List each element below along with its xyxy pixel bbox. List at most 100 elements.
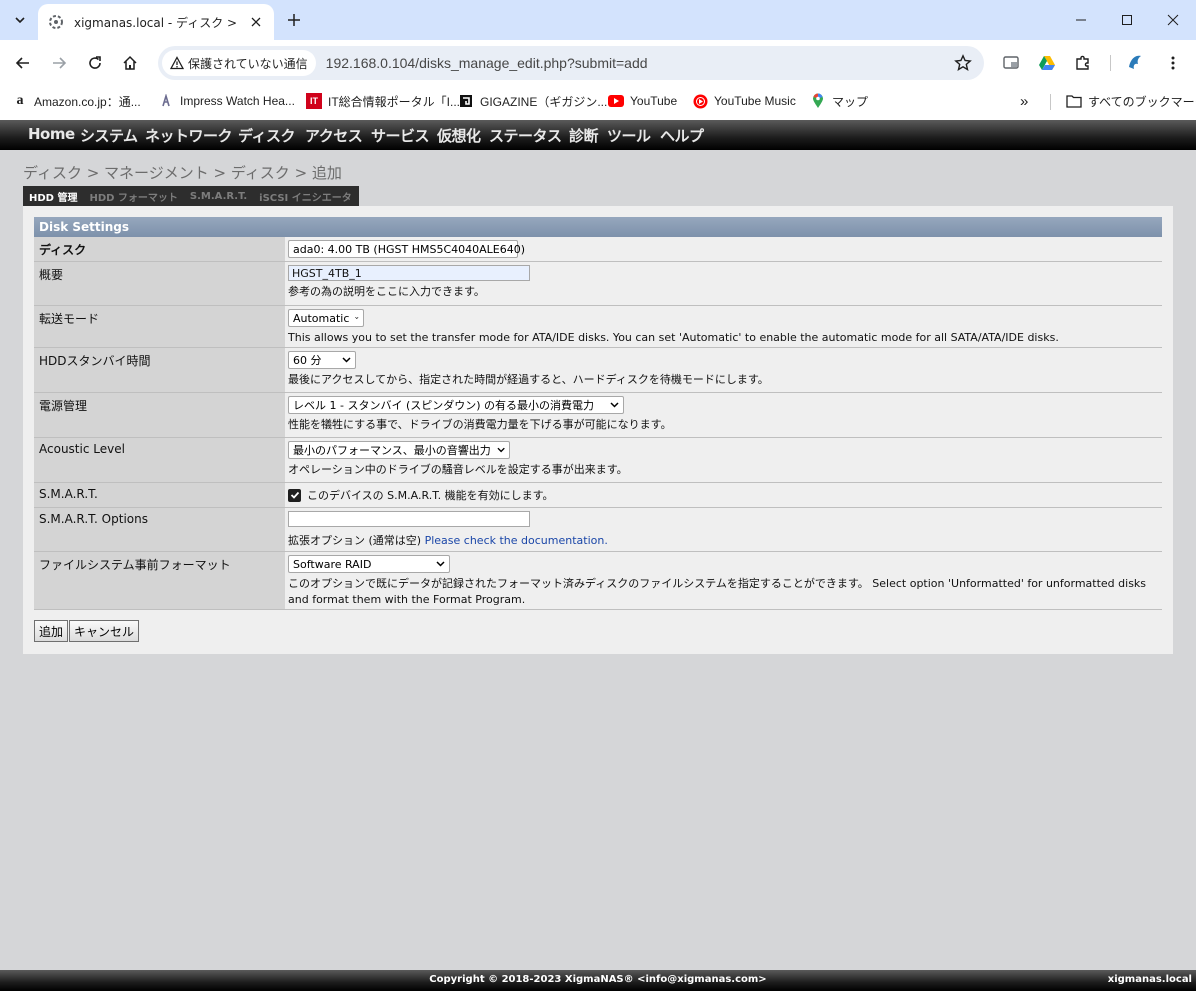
- new-tab-button[interactable]: [282, 8, 306, 32]
- chevron-down-icon: [342, 357, 351, 363]
- standby-help: 最後にアクセスしてから、指定された時間が経過すると、ハードディスクを待機モードに…: [288, 373, 769, 386]
- row-standby: HDDスタンバイ時間 60 分 最後にアクセスしてから、指定された時間が経過する…: [34, 348, 1162, 393]
- description-help: 参考の為の説明をここに入力できます。: [288, 285, 485, 298]
- youtube-music-icon: [692, 93, 708, 109]
- bookmark-label: Impress Watch Hea...: [180, 94, 295, 108]
- smart-options-help: 拡張オプション (通常は空): [288, 534, 422, 547]
- bookmark-maps[interactable]: マップ: [810, 92, 868, 110]
- reload-button[interactable]: [82, 50, 108, 76]
- add-button[interactable]: 追加: [34, 620, 69, 642]
- preformat-select[interactable]: Software RAID: [288, 555, 450, 573]
- nav-network[interactable]: ネットワーク: [145, 125, 233, 146]
- nav-status[interactable]: ステータス: [489, 125, 562, 146]
- cancel-button[interactable]: キャンセル: [69, 620, 140, 642]
- overflow-chevron-icon: »: [1020, 92, 1029, 110]
- row-power-management: 電源管理 レベル 1 - スタンバイ (スピンダウン) の有る最小の消費電力 性…: [34, 393, 1162, 438]
- bookmark-impress[interactable]: Impress Watch Hea...: [158, 92, 295, 110]
- nav-access[interactable]: アクセス: [305, 125, 363, 146]
- bookmark-label: GIGAZINE（ギガジン...: [480, 94, 608, 109]
- arrow-left-icon: [15, 57, 29, 69]
- power-management-select[interactable]: レベル 1 - スタンバイ (スピンダウン) の有る最小の消費電力: [288, 396, 624, 414]
- all-bookmarks-label: すべてのブックマーク: [1088, 94, 1196, 109]
- copyright-text: Copyright © 2018-2023 XigmaNAS® <info@xi…: [429, 974, 767, 985]
- url-text: 192.168.0.104/disks_manage_edit.php?subm…: [325, 55, 648, 71]
- description-input[interactable]: HGST_4TB_1: [288, 265, 530, 281]
- cast-extension-icon[interactable]: [1000, 52, 1022, 74]
- tab-iscsi-initiator[interactable]: iSCSI イニシエータ: [253, 189, 358, 204]
- all-bookmarks-button[interactable]: すべてのブックマーク: [1066, 92, 1196, 110]
- nav-services[interactable]: サービス: [371, 125, 430, 146]
- bookmarks-overflow-button[interactable]: »: [1020, 92, 1028, 110]
- acoustic-level-select[interactable]: 最小のパフォーマンス、最小の音響出力: [288, 441, 510, 459]
- chevron-down-icon: [610, 402, 619, 408]
- tab-title: xigmanas.local - ディスク > マネー: [74, 15, 242, 30]
- nav-virtualization[interactable]: 仮想化: [437, 125, 481, 146]
- bookmark-youtube-music[interactable]: YouTube Music: [692, 92, 796, 110]
- disk-label: ディスク: [34, 237, 285, 261]
- menu-kebab-icon[interactable]: [1162, 52, 1184, 74]
- close-tab-icon[interactable]: [248, 14, 264, 30]
- tab-hdd-management[interactable]: HDD 管理: [23, 189, 83, 204]
- browser-tab[interactable]: xigmanas.local - ディスク > マネー: [38, 4, 274, 40]
- tab-hdd-format[interactable]: HDD フォーマット: [83, 189, 183, 204]
- extensions-puzzle-icon[interactable]: [1072, 52, 1094, 74]
- acoustic-level-value: 最小のパフォーマンス、最小の音響出力: [293, 444, 491, 457]
- home-button[interactable]: [117, 50, 143, 76]
- bookmark-youtube[interactable]: YouTube: [608, 92, 677, 110]
- main-navigation: Home システム ネットワーク ディスク アクセス サービス 仮想化 ステータ…: [0, 120, 1196, 150]
- itmedia-icon: IT: [306, 93, 322, 109]
- bookmark-amazon[interactable]: a Amazon.co.jp：通...: [12, 92, 141, 110]
- reload-icon: [89, 56, 101, 69]
- breadcrumb: ディスク > マネージメント > ディスク > 追加: [23, 164, 342, 182]
- minimize-icon: [1076, 19, 1086, 21]
- nav-diagnostics[interactable]: 診断: [569, 125, 599, 146]
- transfer-mode-value: Automatic: [293, 311, 350, 325]
- row-acoustic-level: Acoustic Level 最小のパフォーマンス、最小の音響出力 オペレーショ…: [34, 438, 1162, 483]
- nav-disks[interactable]: ディスク: [238, 125, 295, 146]
- transfer-mode-label: 転送モード: [34, 306, 285, 347]
- row-transfer-mode: 転送モード Automatic This allows you to set t…: [34, 306, 1162, 348]
- security-chip[interactable]: 保護されていない通信: [162, 50, 316, 76]
- disk-select[interactable]: ada0: 4.00 TB (HGST HMS5C4040ALE640): [288, 240, 525, 258]
- transfer-mode-select[interactable]: Automatic: [288, 309, 364, 327]
- chevron-down-icon: [355, 316, 359, 320]
- close-window-button[interactable]: [1150, 0, 1196, 40]
- power-management-value: レベル 1 - スタンバイ (スピンダウン) の有る最小の消費電力: [293, 399, 595, 412]
- gigazine-icon: [458, 93, 474, 109]
- google-drive-icon[interactable]: [1036, 52, 1058, 74]
- maximize-button[interactable]: [1104, 0, 1150, 40]
- smart-checkbox[interactable]: [288, 488, 301, 502]
- transfer-mode-help: This allows you to set the transfer mode…: [288, 331, 1059, 344]
- smart-options-label: S.M.A.R.T. Options: [34, 508, 285, 551]
- nav-tools[interactable]: ツール: [607, 125, 651, 146]
- tab-search-button[interactable]: [8, 8, 32, 32]
- bookmark-label: マップ: [832, 94, 869, 109]
- close-icon: [1167, 14, 1179, 26]
- bookmarks-divider: [1050, 94, 1051, 110]
- forward-button[interactable]: [46, 50, 72, 76]
- plus-icon: [288, 14, 300, 26]
- settings-panel: Disk Settings ディスク ada0: 4.00 TB (HGST H…: [23, 206, 1173, 654]
- back-button[interactable]: [10, 50, 36, 76]
- nav-home[interactable]: Home: [28, 125, 75, 143]
- profile-avatar-icon[interactable]: [1124, 52, 1146, 74]
- bookmark-itmedia[interactable]: IT IT総合情報ポータル「I...: [306, 92, 460, 110]
- check-icon: [290, 491, 299, 499]
- standby-select[interactable]: 60 分: [288, 351, 356, 369]
- smart-checkbox-group[interactable]: このデバイスの S.M.A.R.T. 機能を有効にします。: [288, 487, 554, 503]
- minimize-button[interactable]: [1058, 0, 1104, 40]
- tab-smart[interactable]: S.M.A.R.T.: [184, 191, 253, 202]
- documentation-link[interactable]: Please check the documentation.: [425, 534, 608, 547]
- bookmark-gigazine[interactable]: GIGAZINE（ギガジン...: [458, 92, 607, 110]
- row-disk: ディスク ada0: 4.00 TB (HGST HMS5C4040ALE640…: [34, 237, 1162, 262]
- nav-help[interactable]: ヘルプ: [660, 125, 704, 146]
- smart-options-input[interactable]: [288, 511, 530, 527]
- bookmark-star-icon[interactable]: [954, 54, 972, 75]
- nav-system[interactable]: システム: [80, 125, 138, 146]
- bookmark-label: Amazon.co.jp：通...: [34, 94, 141, 109]
- address-bar[interactable]: 保護されていない通信 192.168.0.104/disks_manage_ed…: [158, 46, 984, 80]
- browser-tab-bar: xigmanas.local - ディスク > マネー: [0, 0, 1196, 40]
- impress-icon: [158, 93, 174, 109]
- smart-label: S.M.A.R.T.: [34, 483, 285, 507]
- folder-icon: [1066, 93, 1082, 109]
